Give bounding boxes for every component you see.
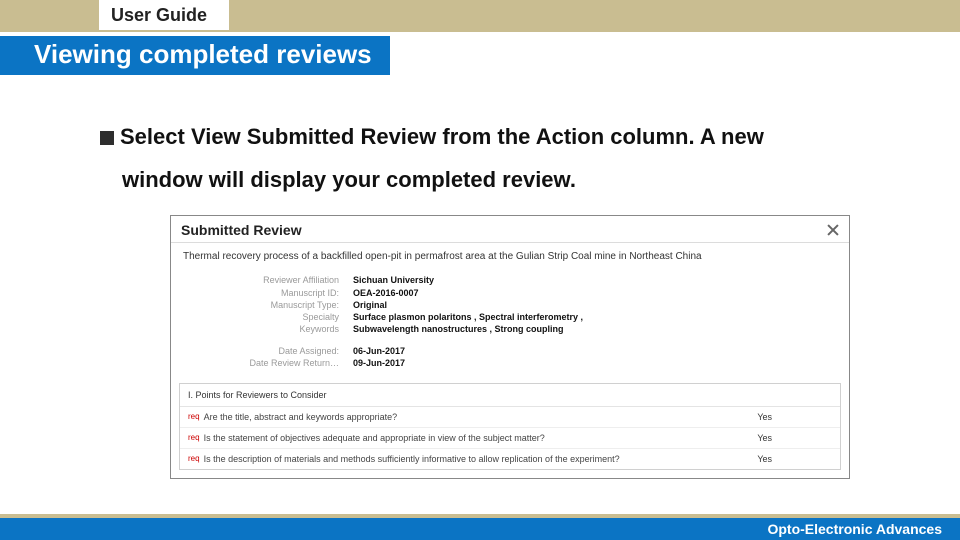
- required-icon: req: [188, 433, 200, 442]
- meta-row: Date Assigned:06-Jun-2017: [183, 345, 837, 357]
- meta-row: KeywordsSubwavelength nanostructures , S…: [183, 323, 837, 335]
- instruction-line-2: window will display your completed revie…: [122, 162, 890, 197]
- question-row: req Is the description of materials and m…: [180, 449, 840, 469]
- meta-label: Specialty: [183, 311, 353, 323]
- meta-label: Reviewer Affiliation: [183, 274, 353, 286]
- page-heading: Viewing completed reviews: [0, 36, 390, 75]
- meta-row: Manuscript ID:OEA-2016-0007: [183, 287, 837, 299]
- required-icon: req: [188, 412, 200, 421]
- question-text: Is the description of materials and meth…: [204, 454, 620, 464]
- meta-row: Date Review Return…09-Jun-2017: [183, 357, 837, 369]
- doc-section-title: User Guide: [99, 0, 229, 32]
- top-accent-left: [0, 0, 99, 32]
- submitted-review-modal: Submitted Review Thermal recovery proces…: [170, 215, 850, 479]
- paper-title: Thermal recovery process of a backfilled…: [171, 243, 849, 272]
- footer-brand: Opto-Electronic Advances: [767, 521, 942, 537]
- content-body: Select View Submitted Review from the Ac…: [0, 75, 960, 479]
- answer-text: Yes: [757, 433, 832, 443]
- meta-label: Keywords: [183, 323, 353, 335]
- modal-header: Submitted Review: [171, 216, 849, 242]
- meta-value: 06-Jun-2017: [353, 345, 405, 357]
- meta-label: Date Review Return…: [183, 357, 353, 369]
- instr-pre: Select: [120, 124, 191, 149]
- square-bullet-icon: [100, 131, 114, 145]
- question-row: req Are the title, abstract and keywords …: [180, 407, 840, 428]
- instr-link: View Submitted Review: [191, 124, 436, 149]
- meta-block-2: Date Assigned:06-Jun-2017 Date Review Re…: [171, 343, 849, 377]
- footer-bar: Opto-Electronic Advances: [0, 518, 960, 540]
- meta-value: 09-Jun-2017: [353, 357, 405, 369]
- meta-label: Manuscript Type:: [183, 299, 353, 311]
- meta-row: Manuscript Type:Original: [183, 299, 837, 311]
- question-row: req Is the statement of objectives adequa…: [180, 428, 840, 449]
- close-icon[interactable]: [827, 224, 839, 236]
- footer: Opto-Electronic Advances: [0, 514, 960, 540]
- answer-text: Yes: [757, 454, 832, 464]
- questions-header: I. Points for Reviewers to Consider: [180, 384, 840, 407]
- answer-text: Yes: [757, 412, 832, 422]
- required-icon: req: [188, 454, 200, 463]
- questions-box: I. Points for Reviewers to Consider req A…: [179, 383, 841, 470]
- meta-label: Date Assigned:: [183, 345, 353, 357]
- meta-value: Surface plasmon polaritons , Spectral in…: [353, 311, 583, 323]
- page-heading-row: Viewing completed reviews: [0, 36, 960, 75]
- meta-value: Subwavelength nanostructures , Strong co…: [353, 323, 564, 335]
- meta-block-1: Reviewer AffiliationSichuan University M…: [171, 272, 849, 343]
- meta-value: OEA-2016-0007: [353, 287, 419, 299]
- meta-label: Manuscript ID:: [183, 287, 353, 299]
- top-accent-right: [229, 0, 960, 32]
- question-text: Is the statement of objectives adequate …: [204, 433, 545, 443]
- question-text: Are the title, abstract and keywords app…: [204, 412, 398, 422]
- meta-value: Sichuan University: [353, 274, 434, 286]
- top-bar: User Guide: [0, 0, 960, 32]
- meta-row: Reviewer AffiliationSichuan University: [183, 274, 837, 286]
- instr-post: from the Action column. A new: [436, 124, 764, 149]
- meta-value: Original: [353, 299, 387, 311]
- instruction-line-1: Select View Submitted Review from the Ac…: [100, 119, 890, 154]
- modal-title: Submitted Review: [181, 222, 302, 238]
- meta-row: SpecialtySurface plasmon polaritons , Sp…: [183, 311, 837, 323]
